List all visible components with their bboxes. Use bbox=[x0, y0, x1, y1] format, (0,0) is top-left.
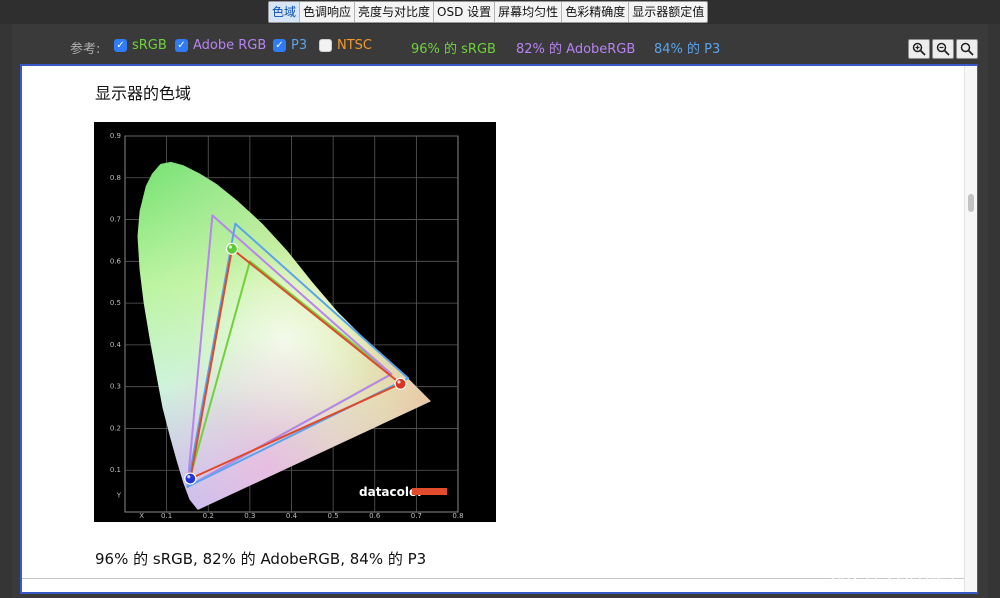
page-title: 显示器的色域 bbox=[95, 84, 192, 103]
stat-adobe-rgb: 82% 的 AdobeRGB bbox=[516, 38, 635, 57]
checkbox-srgb[interactable]: ✓ sRGB bbox=[114, 38, 167, 53]
zoom-fit-icon bbox=[960, 42, 974, 56]
tab-display-rating[interactable]: 显示器额定值 bbox=[629, 2, 707, 22]
tab-screen-uniformity[interactable]: 屏幕均匀性 bbox=[495, 2, 563, 22]
tab-osd-settings[interactable]: OSD 设置 bbox=[434, 2, 496, 22]
spectral-locus bbox=[137, 161, 431, 510]
reference-toolbar: 参考: ✓ sRGB ✓ Adobe RGB ✓ P3 NTSC 96% 的 s… bbox=[12, 30, 988, 60]
x-tick-label: 0.8 bbox=[452, 512, 463, 520]
tab-color-accuracy[interactable]: 色彩精确度 bbox=[562, 2, 630, 22]
locus-purple-shading bbox=[137, 161, 431, 510]
zoom-in-button[interactable] bbox=[908, 39, 930, 59]
checkbox-label: P3 bbox=[291, 38, 308, 53]
cie-chart: 0.1 0.2 0.3 0.4 0.5 0.6 0.7 0.8 0.9 0.1 0.2 0.3 0.4 0… bbox=[94, 122, 496, 522]
y-tick-label: 0.6 bbox=[110, 257, 122, 265]
y-tick-label: 0.3 bbox=[110, 383, 121, 391]
tab-brightness-contrast[interactable]: 亮度与对比度 bbox=[355, 2, 435, 22]
zoom-out-icon bbox=[936, 42, 950, 56]
primary-marker-highlight bbox=[228, 245, 232, 249]
x-tick-label: 0.7 bbox=[411, 512, 422, 520]
top-tab-bar: 色域 色调响应 亮度与对比度 OSD 设置 屏幕均匀性 色彩精确度 显示器额定值 bbox=[0, 0, 1000, 24]
zoom-fit-button[interactable] bbox=[956, 39, 978, 59]
checkbox-p3[interactable]: ✓ P3 bbox=[273, 38, 307, 53]
x-tick-label: 0.5 bbox=[328, 512, 339, 520]
tab-tone-response[interactable]: 色调响应 bbox=[300, 2, 356, 22]
checkbox-checked-icon[interactable]: ✓ bbox=[175, 39, 188, 52]
x-tick-label: 0.1 bbox=[161, 512, 172, 520]
brand-logo-bar bbox=[412, 488, 447, 495]
y-tick-label: 0.5 bbox=[110, 299, 121, 307]
checkbox-checked-icon[interactable]: ✓ bbox=[273, 39, 286, 52]
watermark: 值 什么值得买 bbox=[831, 559, 963, 588]
reference-label-text: 参考: bbox=[70, 42, 101, 57]
tab-color-gamut[interactable]: 色域 bbox=[269, 2, 301, 22]
checkbox-checked-icon[interactable]: ✓ bbox=[114, 39, 127, 52]
locus-shading bbox=[137, 161, 431, 510]
stat-text: 96% 的 sRGB bbox=[411, 42, 496, 57]
y-tick-label: 0.8 bbox=[110, 174, 121, 182]
primary-marker-red bbox=[394, 377, 407, 390]
x-tick-label: 0.6 bbox=[369, 512, 381, 520]
content-panel: 显示器的色域 0.1 0.2 0.3 0.4 0.5 0.6 0.7 0.8 0… bbox=[20, 64, 978, 594]
y-tick-label: 0.2 bbox=[110, 424, 121, 432]
primary-marker-blue bbox=[184, 472, 197, 485]
tab-strip: 色域 色调响应 亮度与对比度 OSD 设置 屏幕均匀性 色彩精确度 显示器额定值 bbox=[268, 1, 709, 23]
primary-marker-highlight bbox=[187, 475, 191, 479]
checkbox-ntsc[interactable]: NTSC bbox=[319, 38, 372, 53]
watermark-badge-icon: 值 bbox=[831, 560, 857, 587]
zoom-in-icon bbox=[912, 42, 926, 56]
y-tick-label: 0.7 bbox=[110, 216, 121, 224]
cie-chart-svg: 0.1 0.2 0.3 0.4 0.5 0.6 0.7 0.8 0.9 0.1 0.2 0.3 0.4 0… bbox=[110, 132, 464, 520]
checkbox-label: sRGB bbox=[132, 38, 167, 53]
stat-text: 84% 的 P3 bbox=[654, 42, 721, 57]
checkbox-unchecked-icon[interactable] bbox=[319, 39, 332, 52]
y-tick-label: 0.4 bbox=[110, 341, 122, 349]
zoom-out-button[interactable] bbox=[932, 39, 954, 59]
primary-marker-highlight bbox=[397, 380, 401, 384]
window-frame-left bbox=[0, 24, 12, 598]
stat-text: 82% 的 AdobeRGB bbox=[516, 42, 636, 57]
checkbox-label: Adobe RGB bbox=[193, 38, 267, 53]
x-tick-label: 0.4 bbox=[286, 512, 298, 520]
gamut-caption: 96% 的 sRGB, 82% 的 AdobeRGB, 84% 的 P3 bbox=[95, 550, 427, 568]
checkbox-adobe-rgb[interactable]: ✓ Adobe RGB bbox=[175, 38, 266, 53]
watermark-text: 什么值得买 bbox=[863, 563, 963, 587]
stat-p3: 84% 的 P3 bbox=[654, 38, 720, 57]
scrollbar-thumb[interactable] bbox=[968, 194, 974, 212]
stat-srgb: 96% 的 sRGB bbox=[411, 38, 496, 57]
y-tick-label: 0.9 bbox=[110, 132, 121, 140]
reference-label: 参考: bbox=[70, 38, 100, 57]
x-tick-label: 0.3 bbox=[244, 512, 255, 520]
vertical-scrollbar[interactable] bbox=[964, 66, 977, 592]
primary-marker-green bbox=[225, 242, 239, 255]
x-axis-label: X bbox=[139, 512, 144, 520]
datacolor-logo: datacolor bbox=[359, 485, 447, 499]
y-tick-label: 0.1 bbox=[110, 466, 121, 474]
x-tick-label: 0.2 bbox=[203, 512, 214, 520]
checkbox-label: NTSC bbox=[337, 38, 372, 53]
y-axis-label: Y bbox=[116, 491, 122, 499]
window-frame-right bbox=[988, 24, 1000, 598]
